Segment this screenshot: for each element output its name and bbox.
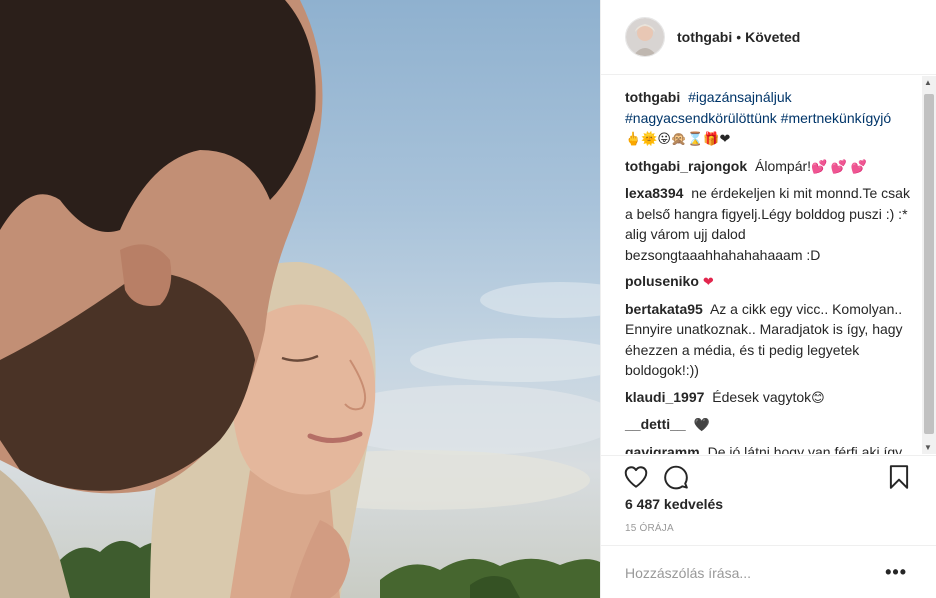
comment-username[interactable]: tothgabi_rajongok bbox=[625, 158, 747, 174]
scroll-up-icon[interactable]: ▲ bbox=[924, 78, 932, 87]
comment-username[interactable]: lexa8394 bbox=[625, 185, 683, 201]
post-header: tothgabi • Követed bbox=[601, 0, 936, 75]
following-button[interactable]: Követed bbox=[745, 29, 800, 45]
heart-outline-icon[interactable] bbox=[623, 464, 651, 492]
comments-scrollbar[interactable]: ▲ ▼ bbox=[922, 76, 936, 454]
list-item: poluseniko ❤ bbox=[625, 271, 923, 293]
caption-username[interactable]: tothgabi bbox=[625, 89, 680, 105]
comment-username[interactable]: klaudi_1997 bbox=[625, 389, 704, 405]
black-heart-emoji: 🖤 bbox=[693, 417, 710, 432]
heart-emoji: 💕 💕 💕 bbox=[811, 158, 867, 174]
list-item: klaudi_1997 Édesek vagytok😊 bbox=[625, 387, 923, 409]
likes-count[interactable]: 6 487 kedvelés bbox=[625, 496, 723, 512]
bookmark-icon[interactable] bbox=[886, 464, 914, 492]
photo-illustration bbox=[0, 0, 600, 598]
list-item: tothgabi_rajongok Álompár!💕 💕 💕 bbox=[625, 156, 923, 178]
smile-emoji: 😊 bbox=[811, 389, 825, 405]
caption-emoji: 🖕🌞😛🙊⌛🎁❤ bbox=[625, 131, 731, 146]
comment-input[interactable] bbox=[625, 564, 865, 582]
comment-username[interactable]: gavigramm bbox=[625, 444, 700, 455]
scrollbar-thumb[interactable] bbox=[924, 94, 934, 434]
comment-username[interactable]: bertakata95 bbox=[625, 301, 703, 317]
avatar[interactable] bbox=[625, 17, 665, 57]
comment-text: Édesek vagytok bbox=[712, 388, 812, 405]
post-timestamp[interactable]: 15 ÓRÁJA bbox=[625, 523, 674, 534]
list-item: gavigramm De jó látni,hogy van férfi,aki… bbox=[625, 442, 923, 455]
heart-emoji: ❤ bbox=[702, 274, 714, 289]
comment-text: Álompár! bbox=[755, 157, 812, 174]
post-photo[interactable] bbox=[0, 0, 600, 598]
comment-username[interactable]: __detti__ bbox=[625, 416, 686, 432]
ellipsis-icon[interactable]: ••• bbox=[885, 562, 907, 583]
add-comment-section: ••• bbox=[601, 545, 936, 598]
header-separator: • bbox=[736, 29, 742, 45]
hashtag-link[interactable]: #mertnekünkígyjó bbox=[781, 110, 892, 126]
list-item: __detti__ 🖤 bbox=[625, 414, 923, 436]
comments-list[interactable]: tothgabi #igazánsajnáljuk #nagyacsendkör… bbox=[601, 76, 923, 454]
post-details-panel: tothgabi • Követed tothgabi #igazánsajná… bbox=[600, 0, 936, 598]
list-item: lexa8394 ne érdekeljen ki mit monnd.Te c… bbox=[625, 183, 923, 265]
speech-bubble-icon[interactable] bbox=[663, 464, 691, 492]
post-author-username[interactable]: tothgabi bbox=[677, 29, 732, 45]
scroll-down-icon[interactable]: ▼ bbox=[924, 443, 932, 452]
post-actions bbox=[601, 455, 936, 499]
comment-username[interactable]: poluseniko bbox=[625, 273, 699, 289]
list-item: bertakata95 Az a cikk egy vicc.. Komolya… bbox=[625, 299, 923, 381]
hashtag-link[interactable]: #nagyacsendkörülöttünk bbox=[625, 110, 777, 126]
hashtag-link[interactable]: #igazánsajnáljuk bbox=[688, 89, 792, 105]
caption: tothgabi #igazánsajnáljuk #nagyacsendkör… bbox=[625, 87, 923, 150]
